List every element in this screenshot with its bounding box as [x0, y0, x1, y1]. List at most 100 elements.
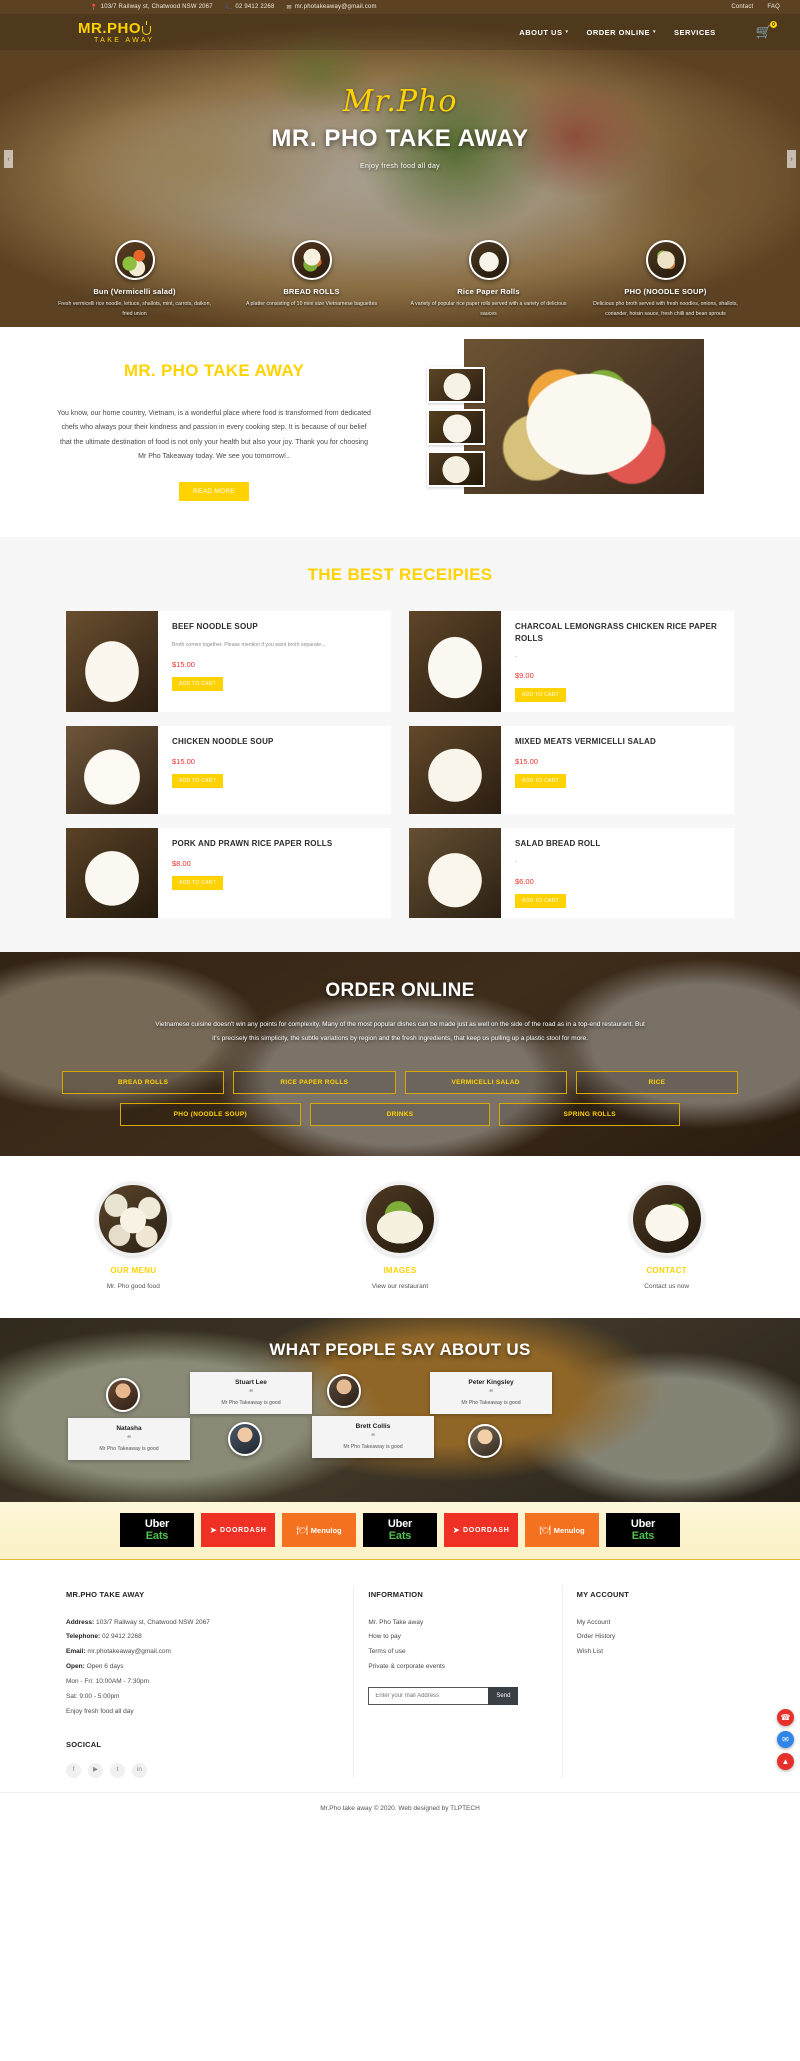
- category-button-bread-rolls[interactable]: BREAD ROLLS: [62, 1071, 225, 1095]
- partner-logo-ubereats[interactable]: Uber Eats: [363, 1513, 437, 1548]
- about-thumbnail[interactable]: [427, 409, 485, 445]
- hero-subtitle: Enjoy fresh food all day: [360, 163, 440, 170]
- about-thumbnail[interactable]: [427, 367, 485, 403]
- hero-feature-card[interactable]: Rice Paper Rolls A variety of popular ri…: [400, 240, 577, 319]
- footer-link-mr-pho-take-away[interactable]: Mr. Pho Take away: [368, 1616, 561, 1631]
- cart-button[interactable]: 🛒 0: [756, 21, 777, 41]
- footer-link-order-history[interactable]: Order History: [577, 1630, 760, 1645]
- footer-link-private-corporate-events[interactable]: Private & corporate events: [368, 1660, 561, 1675]
- footer-link-how-to-pay[interactable]: How to pay: [368, 1630, 561, 1645]
- chevron-left-icon: ‹: [7, 155, 10, 163]
- topbar-email[interactable]: ✉ mr.photakeaway@gmail.com: [287, 4, 377, 11]
- recipe-card[interactable]: SALAD BREAD ROLL - $6.00 ADD TO CART: [409, 828, 734, 918]
- about-thumbnail-list: [427, 367, 485, 493]
- topbar-contact-link[interactable]: Contact: [731, 4, 753, 10]
- recipe-card[interactable]: PORK AND PRAWN RICE PAPER ROLLS $8.00 AD…: [66, 828, 391, 918]
- recipe-price: $8.00: [172, 859, 191, 869]
- recipe-card[interactable]: BEEF NOODLE SOUP Broth comes together. P…: [66, 611, 391, 713]
- recipes-heading: THE BEST RECEIPIES: [307, 565, 493, 585]
- category-button-pho[interactable]: PHO (NOODLE SOUP): [120, 1103, 301, 1127]
- add-to-cart-button[interactable]: ADD TO CART: [172, 876, 223, 891]
- topbar-faq-link[interactable]: FAQ: [767, 4, 780, 10]
- partner-logo-menulog[interactable]: 🍽 Menulog: [282, 1513, 356, 1548]
- quote-icon: ❝: [488, 1388, 494, 1398]
- category-button-vermicelli-salad[interactable]: VERMICELLI SALAD: [404, 1071, 567, 1095]
- partner-logo-menulog[interactable]: 🍽 Menulog: [525, 1513, 599, 1548]
- recipe-description: -: [515, 653, 517, 660]
- footer-link-my-account[interactable]: My Account: [577, 1616, 760, 1631]
- testimonial-avatar-right: [468, 1424, 502, 1459]
- order-category-row-2: PHO (NOODLE SOUP) DRINKS SPRING ROLLS: [0, 1103, 800, 1127]
- add-to-cart-button[interactable]: ADD TO CART: [515, 774, 566, 789]
- twitter-icon[interactable]: t: [110, 1763, 125, 1779]
- quick-link-our-menu[interactable]: OUR MENU Mr. Pho good food: [0, 1182, 267, 1290]
- footer-link-terms-of-use[interactable]: Terms of use: [368, 1645, 561, 1660]
- floating-phone-button[interactable]: ☎: [777, 1709, 794, 1727]
- quick-link-image-contact: [629, 1182, 704, 1257]
- partner-logo-doordash[interactable]: ➤ DOORDASH: [201, 1513, 275, 1548]
- category-button-drinks[interactable]: DRINKS: [309, 1103, 491, 1127]
- newsletter-send-button[interactable]: Send: [488, 1687, 519, 1706]
- hero-feature-card[interactable]: PHO (NOODLE SOUP) Delicious pho broth se…: [577, 240, 754, 319]
- testimonial-text: Mr Pho Takeaway is good: [221, 1400, 281, 1407]
- partner-logo-ubereats[interactable]: Uber Eats: [120, 1513, 194, 1548]
- partner-logo-doordash[interactable]: ➤ DOORDASH: [444, 1513, 518, 1548]
- testimonial-text: Mr Pho Takeaway is good: [99, 1446, 159, 1453]
- topbar-phone[interactable]: 📞 02 9412 2268: [225, 4, 275, 11]
- feature-image-rice-paper-rolls: [468, 240, 509, 281]
- add-to-cart-button[interactable]: ADD TO CART: [515, 688, 566, 703]
- recipe-price: $9.00: [515, 671, 534, 681]
- nav-item-about-us[interactable]: ABOUT US ▾: [519, 28, 568, 37]
- category-button-rice-paper-rolls[interactable]: RICE PAPER ROLLS: [233, 1071, 396, 1095]
- footer-address-label: Address:: [66, 1618, 95, 1626]
- youtube-icon[interactable]: ▶: [88, 1763, 103, 1779]
- partner-label-bottom: Eats: [631, 1529, 655, 1542]
- add-to-cart-button[interactable]: ADD TO CART: [172, 676, 223, 691]
- recipe-card[interactable]: MIXED MEATS VERMICELLI SALAD $15.00 ADD …: [409, 726, 734, 815]
- recipe-image: [409, 611, 501, 713]
- floating-message-button[interactable]: ✉: [777, 1731, 794, 1749]
- facebook-icon[interactable]: f: [66, 1763, 81, 1779]
- hero-feature-card[interactable]: Bun (Vermicelli salad) Fresh vermicelli …: [46, 240, 223, 319]
- about-image-column: [416, 339, 800, 501]
- testimonial-card-natasha[interactable]: Natasha ❝ Mr Pho Takeaway is good: [68, 1418, 190, 1461]
- nav-item-order-online[interactable]: ORDER ONLINE ▾: [586, 28, 656, 37]
- hero-feature-card[interactable]: BREAD ROLLS A platter consisting of 10 m…: [223, 240, 400, 319]
- quick-link-contact[interactable]: CONTACT Contact us now: [533, 1182, 800, 1290]
- topbar-phone-text: 02 9412 2268: [235, 4, 275, 10]
- cart-count-badge: 0: [770, 21, 777, 28]
- category-button-rice[interactable]: RICE: [575, 1071, 738, 1095]
- hero-prev-arrow[interactable]: ‹: [4, 150, 13, 168]
- logo-text-secondary: TAKE AWAY: [94, 36, 155, 44]
- nav-item-services[interactable]: SERVICES: [674, 28, 716, 37]
- recipe-card[interactable]: CHARCOAL LEMONGRASS CHICKEN RICE PAPER R…: [409, 611, 734, 713]
- quick-link-title: OUR MENU: [110, 1266, 157, 1276]
- floating-action-buttons: ☎ ✉ ▲: [777, 1709, 794, 1771]
- read-more-button[interactable]: READ MORE: [178, 482, 250, 502]
- site-logo[interactable]: MR.PHO TAKE AWAY: [78, 20, 155, 44]
- testimonial-card-stuart[interactable]: Stuart Lee ❝ Mr Pho Takeaway is good: [190, 1372, 312, 1415]
- footer-link-wish-list[interactable]: Wish List: [577, 1645, 760, 1660]
- testimonial-card-brett[interactable]: Brett Collis ❝ Mr Pho Takeaway is good: [312, 1416, 434, 1459]
- add-to-cart-button[interactable]: ADD TO CART: [515, 894, 566, 908]
- category-button-spring-rolls[interactable]: SPRING ROLLS: [499, 1103, 681, 1127]
- recipe-card[interactable]: CHICKEN NOODLE SOUP $15.00 ADD TO CART: [66, 726, 391, 815]
- about-thumbnail[interactable]: [427, 451, 485, 487]
- hero-feature-row: Bun (Vermicelli salad) Fresh vermicelli …: [0, 240, 800, 319]
- quote-icon: ❝: [370, 1432, 376, 1442]
- add-to-cart-button[interactable]: ADD TO CART: [172, 774, 223, 789]
- quick-link-title: CONTACT: [646, 1266, 687, 1276]
- hero-next-arrow[interactable]: ›: [787, 150, 796, 168]
- scroll-to-top-button[interactable]: ▲: [777, 1753, 794, 1771]
- recipe-description: Broth comes together. Please mention if …: [172, 641, 326, 648]
- footer-email-value: mr.photakeaway@gmail.com: [87, 1648, 171, 1656]
- newsletter-email-input[interactable]: [368, 1687, 489, 1706]
- order-category-row-1: BREAD ROLLS RICE PAPER ROLLS VERMICELLI …: [0, 1071, 800, 1095]
- chevron-right-icon: ›: [790, 155, 793, 163]
- partner-logo-ubereats[interactable]: Uber Eats: [606, 1513, 680, 1548]
- nav-label: ORDER ONLINE: [586, 27, 650, 37]
- linkedin-icon[interactable]: in: [132, 1763, 147, 1779]
- avatar: [327, 1374, 361, 1409]
- quick-link-images[interactable]: IMAGES View our restaurant: [267, 1182, 534, 1290]
- testimonial-card-peter[interactable]: Peter Kingsley ❝ Mr Pho Takeaway is good: [430, 1372, 552, 1415]
